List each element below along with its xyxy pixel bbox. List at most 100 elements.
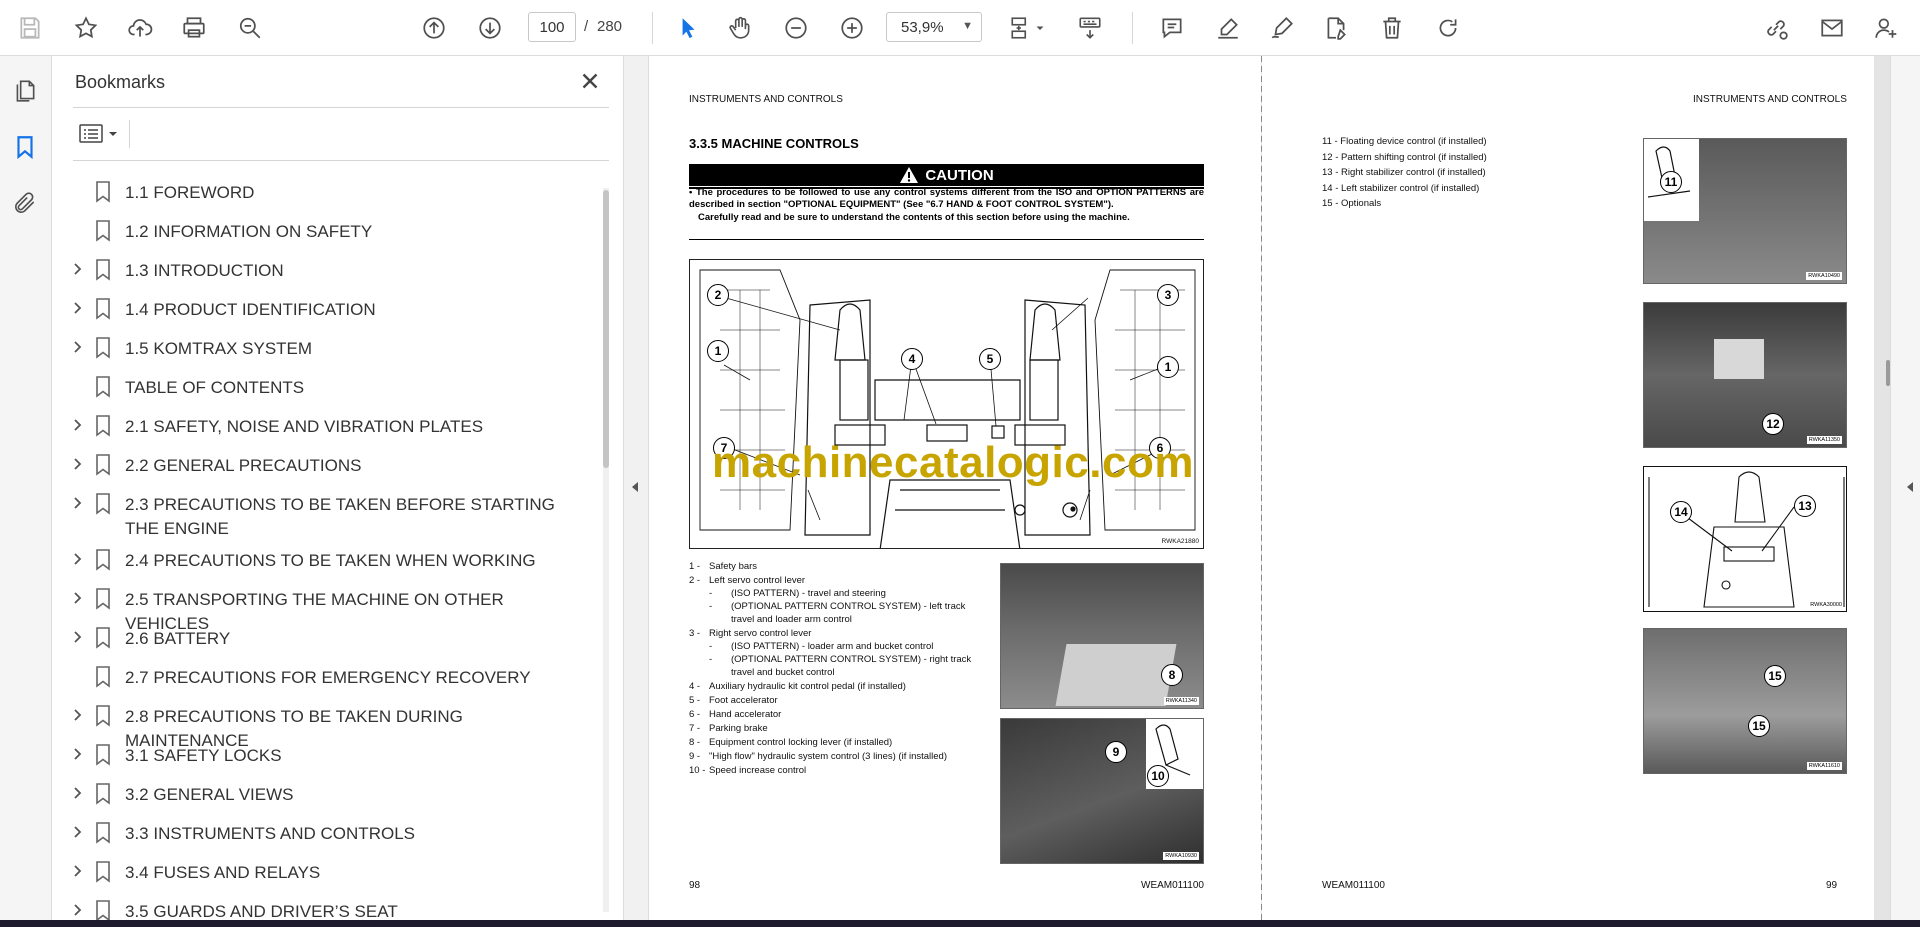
- bookmark-item[interactable]: 2.1 SAFETY, NOISE AND VIBRATION PLATES: [53, 412, 593, 442]
- caution-paragraph: • The procedures to be followed to use a…: [689, 187, 1204, 211]
- legend-number: 4 -: [689, 681, 701, 692]
- comment-icon[interactable]: [1154, 10, 1190, 46]
- hand-tool-icon[interactable]: [722, 10, 758, 46]
- close-icon[interactable]: [577, 68, 605, 96]
- select-cursor-icon[interactable]: [670, 10, 706, 46]
- bookmark-item[interactable]: TABLE OF CONTENTS: [53, 373, 593, 403]
- legend-item: 9 - "High flow" hydraulic system control …: [689, 750, 989, 763]
- chevron-right-icon[interactable]: [70, 262, 84, 276]
- bookmark-item[interactable]: 1.5 KOMTRAX SYSTEM: [53, 334, 593, 364]
- bookmark-label: 2.3 PRECAUTIONS TO BE TAKEN BEFORE START…: [125, 495, 555, 538]
- legend-text: "High flow" hydraulic system control (3 …: [709, 751, 947, 762]
- chevron-right-icon[interactable]: [70, 340, 84, 354]
- redo-rotate-icon[interactable]: [1430, 10, 1466, 46]
- bookmark-item[interactable]: 3.4 FUSES AND RELAYS: [53, 858, 593, 888]
- collapse-left-icon[interactable]: [629, 478, 643, 496]
- chevron-right-icon[interactable]: [70, 864, 84, 878]
- cab-controls-drawing: [699, 269, 1196, 548]
- delete-trash-icon[interactable]: [1374, 10, 1410, 46]
- chevron-right-icon[interactable]: [70, 786, 84, 800]
- zoom-select[interactable]: 53,9% ▼: [886, 12, 982, 42]
- print-icon[interactable]: [176, 10, 212, 46]
- chevron-right-icon[interactable]: [70, 496, 84, 510]
- highlight-pen-icon[interactable]: [1210, 10, 1246, 46]
- legend-number: 10 -: [689, 765, 706, 776]
- photo-label-plate: [1055, 644, 1177, 706]
- zoom-in-icon[interactable]: [834, 10, 870, 46]
- bookmark-item[interactable]: 2.4 PRECAUTIONS TO BE TAKEN WHEN WORKING: [53, 546, 593, 576]
- bookmark-item[interactable]: 3.1 SAFETY LOCKS: [53, 741, 593, 771]
- photo-floating-device-control: 11 RWKA10490: [1643, 138, 1847, 284]
- legend-item: 14 - Left stabilizer control (if install…: [1322, 182, 1480, 194]
- bookmark-label: 3.4 FUSES AND RELAYS: [125, 863, 321, 882]
- bookmarks-icon[interactable]: [12, 134, 40, 162]
- bookmark-options-button[interactable]: [77, 120, 123, 148]
- legend-item: - (ISO PATTERN) - travel and steering: [689, 587, 989, 600]
- bookmark-item[interactable]: 1.1 FOREWORD: [53, 178, 593, 208]
- chevron-down-icon[interactable]: [1030, 10, 1050, 46]
- bookmark-item[interactable]: 2.6 BATTERY: [53, 624, 593, 654]
- toolbar-separator: [652, 12, 653, 44]
- caution-label: CAUTION: [925, 166, 994, 184]
- bookmark-item[interactable]: 2.8 PRECAUTIONS TO BE TAKEN DURING MAINT…: [53, 702, 593, 750]
- chevron-right-icon[interactable]: [70, 825, 84, 839]
- page-thumbnails-icon[interactable]: [12, 78, 40, 106]
- bookmark-item[interactable]: 2.2 GENERAL PRECAUTIONS: [53, 451, 593, 481]
- share-link-icon[interactable]: [1758, 10, 1794, 46]
- pdf-viewer-window: / 280 53,9% ▼: [0, 0, 1920, 927]
- photo-code: RWKA10930: [1163, 852, 1199, 860]
- chevron-right-icon[interactable]: [70, 457, 84, 471]
- previous-page-icon[interactable]: [416, 10, 452, 46]
- chevron-right-icon[interactable]: [70, 418, 84, 432]
- bookmark-scrollbar-thumb[interactable]: [603, 190, 609, 468]
- bookmark-item[interactable]: 2.7 PRECAUTIONS FOR EMERGENCY RECOVERY: [53, 663, 593, 693]
- chevron-right-icon[interactable]: [70, 903, 84, 917]
- zoom-search-icon[interactable]: [232, 10, 268, 46]
- page-number-input[interactable]: [528, 12, 576, 42]
- toolbar-separator: [1132, 12, 1133, 44]
- keyboard-scroll-icon[interactable]: [1072, 10, 1108, 46]
- bookmark-icon: [93, 219, 113, 243]
- bookmark-item[interactable]: 2.3 PRECAUTIONS TO BE TAKEN BEFORE START…: [53, 490, 593, 542]
- bookmark-label: 2.4 PRECAUTIONS TO BE TAKEN WHEN WORKING: [125, 551, 536, 570]
- controls-legend-list: 11 - Floating device control (if install…: [1322, 134, 1487, 212]
- chevron-right-icon[interactable]: [70, 747, 84, 761]
- panel-divider: [73, 160, 609, 161]
- draw-signature-icon[interactable]: [1264, 10, 1300, 46]
- email-envelope-icon[interactable]: [1814, 10, 1850, 46]
- edit-document-icon[interactable]: [1318, 10, 1354, 46]
- legend-text: Speed increase control: [709, 765, 807, 776]
- save-icon[interactable]: [12, 10, 48, 46]
- callout-5: 5: [979, 348, 1001, 370]
- legend-text: (ISO PATTERN) - loader arm and bucket co…: [731, 641, 934, 652]
- add-user-icon[interactable]: [1868, 10, 1904, 46]
- legend-number: 5 -: [689, 695, 701, 706]
- bookmark-item[interactable]: 3.3 INSTRUMENTS AND CONTROLS: [53, 819, 593, 849]
- chevron-right-icon[interactable]: [70, 630, 84, 644]
- upload-cloud-icon[interactable]: [122, 10, 158, 46]
- machine-controls-diagram: 2 1 4 5 3 1 7 6 RWKA21880: [689, 259, 1204, 549]
- star-icon[interactable]: [68, 10, 104, 46]
- bookmark-icon: [93, 258, 113, 282]
- bookmark-icon: [93, 375, 113, 399]
- bookmark-item[interactable]: 1.4 PRODUCT IDENTIFICATION: [53, 295, 593, 325]
- chevron-right-icon[interactable]: [70, 552, 84, 566]
- chevron-right-icon[interactable]: [70, 591, 84, 605]
- document-view[interactable]: INSTRUMENTS AND CONTROLS 3.3.5 MACHINE C…: [649, 56, 1890, 920]
- next-page-icon[interactable]: [472, 10, 508, 46]
- zoom-out-icon[interactable]: [778, 10, 814, 46]
- bookmark-item[interactable]: 1.3 INTRODUCTION: [53, 256, 593, 286]
- attachment-paperclip-icon[interactable]: [12, 190, 40, 218]
- legend-item: 2 - Left servo control lever: [689, 574, 989, 587]
- legend-item: 6 - Hand accelerator: [689, 708, 989, 721]
- bookmark-icon: [93, 704, 113, 728]
- bookmark-item[interactable]: 1.2 INFORMATION ON SAFETY: [53, 217, 593, 247]
- bookmark-item[interactable]: 2.5 TRANSPORTING THE MACHINE ON OTHER VE…: [53, 585, 593, 633]
- chevron-right-icon[interactable]: [70, 301, 84, 315]
- legend-number: -: [709, 588, 713, 599]
- legend-number: 7 -: [689, 723, 701, 734]
- chevron-right-icon[interactable]: [70, 708, 84, 722]
- chevron-down-icon: ▼: [962, 20, 973, 32]
- expand-right-panel-icon[interactable]: [1904, 478, 1916, 496]
- bookmark-item[interactable]: 3.2 GENERAL VIEWS: [53, 780, 593, 810]
